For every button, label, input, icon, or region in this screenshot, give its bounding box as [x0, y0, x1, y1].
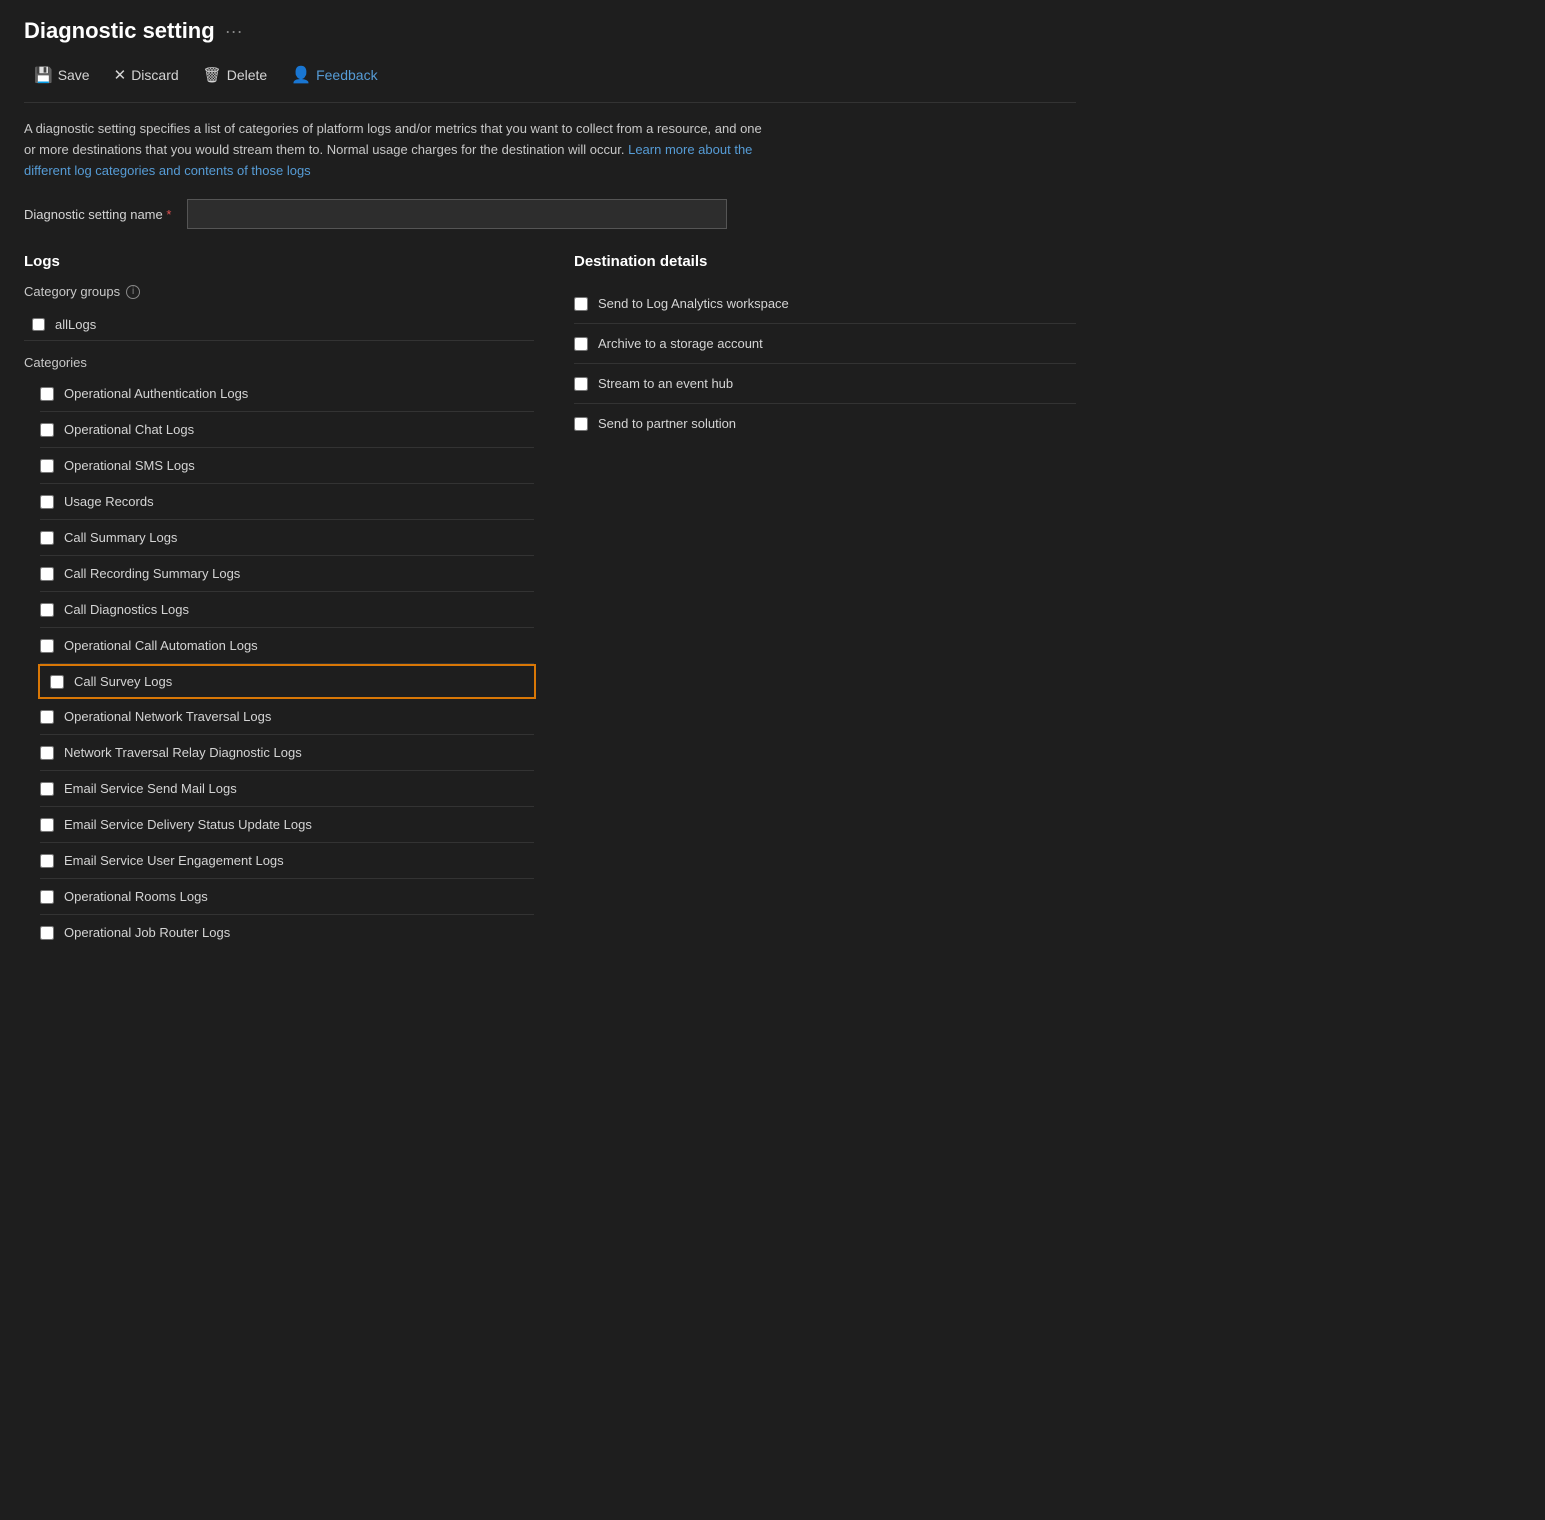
cat4-label[interactable]: Usage Records [64, 494, 154, 509]
destination-options: Send to Log Analytics workspace Archive t… [574, 284, 1076, 443]
logs-section-title: Logs [24, 253, 534, 270]
destination-section-title: Destination details [574, 253, 1076, 270]
cat1-label[interactable]: Operational Authentication Logs [64, 386, 248, 401]
dest2-checkbox[interactable] [574, 337, 588, 351]
category-row: Call Survey Logs [38, 664, 536, 699]
dest1-label[interactable]: Send to Log Analytics workspace [598, 296, 789, 311]
destination-row: Send to Log Analytics workspace [574, 284, 1076, 324]
all-logs-row: allLogs [24, 309, 534, 341]
dest3-label[interactable]: Stream to an event hub [598, 376, 733, 391]
feedback-button[interactable]: 👤 Feedback [281, 60, 387, 90]
page-container: Diagnostic setting ··· 💾 Save ✕ Discard … [0, 0, 1100, 968]
dest4-label[interactable]: Send to partner solution [598, 416, 736, 431]
cat11-checkbox[interactable] [40, 746, 54, 760]
cat10-label[interactable]: Operational Network Traversal Logs [64, 709, 271, 724]
cat2-checkbox[interactable] [40, 423, 54, 437]
category-row: Operational Authentication Logs [40, 376, 534, 412]
cat3-label[interactable]: Operational SMS Logs [64, 458, 195, 473]
delete-button[interactable]: 🗑 Delete [193, 61, 278, 89]
cat8-checkbox[interactable] [40, 639, 54, 653]
cat7-checkbox[interactable] [40, 603, 54, 617]
cat16-label[interactable]: Operational Job Router Logs [64, 925, 230, 940]
cat14-checkbox[interactable] [40, 854, 54, 868]
logs-section: Logs Category groups i allLogs Categorie… [24, 253, 534, 950]
cat10-checkbox[interactable] [40, 710, 54, 724]
setting-name-row: Diagnostic setting name * [24, 199, 1076, 229]
page-title-row: Diagnostic setting ··· [24, 18, 1076, 44]
dest3-checkbox[interactable] [574, 377, 588, 391]
discard-icon: ✕ [114, 66, 127, 84]
dest1-checkbox[interactable] [574, 297, 588, 311]
category-row: Email Service Delivery Status Update Log… [40, 807, 534, 843]
categories-label: Categories [24, 355, 534, 370]
category-row: Network Traversal Relay Diagnostic Logs [40, 735, 534, 771]
info-icon: i [126, 285, 140, 299]
cat5-checkbox[interactable] [40, 531, 54, 545]
save-label: Save [58, 67, 90, 83]
dest4-checkbox[interactable] [574, 417, 588, 431]
category-groups-label: Category groups i [24, 284, 534, 299]
save-icon: 💾 [34, 66, 53, 84]
category-row: Call Diagnostics Logs [40, 592, 534, 628]
cat14-label[interactable]: Email Service User Engagement Logs [64, 853, 284, 868]
cat4-checkbox[interactable] [40, 495, 54, 509]
description-text: A diagnostic setting specifies a list of… [24, 119, 774, 181]
setting-name-input[interactable] [187, 199, 727, 229]
ellipsis-menu[interactable]: ··· [225, 21, 243, 42]
cat9-label[interactable]: Call Survey Logs [74, 674, 172, 689]
category-row: Operational Network Traversal Logs [40, 699, 534, 735]
delete-icon: 🗑 [203, 66, 222, 84]
cat12-checkbox[interactable] [40, 782, 54, 796]
category-row: Operational SMS Logs [40, 448, 534, 484]
dest2-label[interactable]: Archive to a storage account [598, 336, 763, 351]
toolbar: 💾 Save ✕ Discard 🗑 Delete 👤 Feedback [24, 60, 1076, 103]
feedback-icon: 👤 [291, 65, 311, 85]
category-row: Operational Chat Logs [40, 412, 534, 448]
required-star: * [166, 207, 171, 222]
cat13-checkbox[interactable] [40, 818, 54, 832]
all-logs-checkbox[interactable] [32, 318, 45, 331]
cat1-checkbox[interactable] [40, 387, 54, 401]
category-row: Call Summary Logs [40, 520, 534, 556]
cat3-checkbox[interactable] [40, 459, 54, 473]
category-row: Email Service User Engagement Logs [40, 843, 534, 879]
category-row: Operational Job Router Logs [40, 915, 534, 950]
cat11-label[interactable]: Network Traversal Relay Diagnostic Logs [64, 745, 302, 760]
cat15-label[interactable]: Operational Rooms Logs [64, 889, 208, 904]
discard-label: Discard [131, 67, 178, 83]
cat7-label[interactable]: Call Diagnostics Logs [64, 602, 189, 617]
cat6-label[interactable]: Call Recording Summary Logs [64, 566, 240, 581]
cat2-label[interactable]: Operational Chat Logs [64, 422, 194, 437]
categories-list: Operational Authentication Logs Operation… [24, 376, 534, 950]
category-row: Email Service Send Mail Logs [40, 771, 534, 807]
cat9-checkbox[interactable] [50, 675, 64, 689]
category-row: Operational Rooms Logs [40, 879, 534, 915]
category-row: Call Recording Summary Logs [40, 556, 534, 592]
main-layout: Logs Category groups i allLogs Categorie… [24, 253, 1076, 950]
destination-row: Send to partner solution [574, 404, 1076, 443]
save-button[interactable]: 💾 Save [24, 61, 100, 89]
destination-row: Archive to a storage account [574, 324, 1076, 364]
discard-button[interactable]: ✕ Discard [104, 61, 189, 89]
cat16-checkbox[interactable] [40, 926, 54, 940]
destination-row: Stream to an event hub [574, 364, 1076, 404]
all-logs-label[interactable]: allLogs [55, 317, 96, 332]
cat15-checkbox[interactable] [40, 890, 54, 904]
category-row: Usage Records [40, 484, 534, 520]
delete-label: Delete [227, 67, 267, 83]
cat13-label[interactable]: Email Service Delivery Status Update Log… [64, 817, 312, 832]
destination-section: Destination details Send to Log Analytic… [574, 253, 1076, 950]
cat8-label[interactable]: Operational Call Automation Logs [64, 638, 258, 653]
category-row: Operational Call Automation Logs [40, 628, 534, 664]
cat6-checkbox[interactable] [40, 567, 54, 581]
setting-name-label: Diagnostic setting name * [24, 207, 171, 222]
feedback-label: Feedback [316, 67, 377, 83]
cat12-label[interactable]: Email Service Send Mail Logs [64, 781, 237, 796]
cat5-label[interactable]: Call Summary Logs [64, 530, 177, 545]
page-title: Diagnostic setting [24, 18, 215, 44]
